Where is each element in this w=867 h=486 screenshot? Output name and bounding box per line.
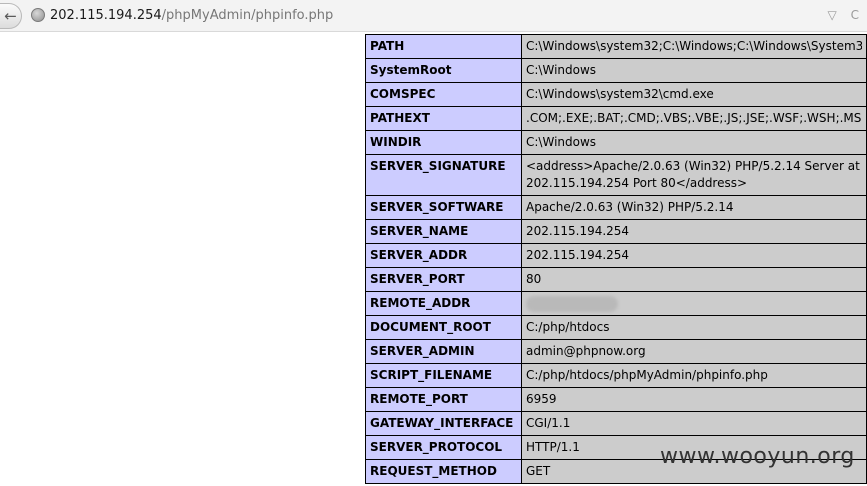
env-row: REMOTE_PORT 6959 <box>365 387 867 412</box>
env-value-cell: C:/php/htdocs/phpMyAdmin/phpinfo.php <box>521 363 867 388</box>
env-row: SERVER_SIGNATURE <address>Apache/2.0.63 (… <box>365 154 867 196</box>
env-key: GATEWAY_INTERFACE <box>365 411 522 436</box>
env-key: SERVER_PORT <box>365 267 522 292</box>
env-value: C:\Windows\system32\cmd.exe <box>526 87 714 101</box>
env-key: REMOTE_ADDR <box>365 291 522 316</box>
env-value: C:\Windows <box>526 63 597 77</box>
env-key: DOCUMENT_ROOT <box>365 315 522 340</box>
env-value-cell <box>521 291 867 316</box>
back-arrow-icon: ← <box>4 7 17 25</box>
env-key: SERVER_SIGNATURE <box>365 154 522 196</box>
env-value: C:\Windows\system32;C:\Windows;C:\Window… <box>526 39 862 53</box>
env-value: 202.115.194.254 <box>526 248 630 262</box>
env-value-cell: C:/php/htdocs <box>521 315 867 340</box>
env-row: DOCUMENT_ROOT C:/php/htdocs <box>365 315 867 340</box>
url-actions: ▽ C <box>818 7 859 24</box>
address-bar: ← 202.115.194.254/phpMyAdmin/phpinfo.php… <box>0 0 867 32</box>
history-dropdown-icon[interactable]: ▽ <box>828 8 837 22</box>
env-value-cell: CGI/1.1 <box>521 411 867 436</box>
env-value: 6959 <box>526 392 557 406</box>
env-value-cell: .COM;.EXE;.BAT;.CMD;.VBS;.VBE;.JS;.JSE;.… <box>521 106 867 131</box>
env-key: SERVER_ADDR <box>365 243 522 268</box>
url-host: 202.115.194.254 <box>50 8 162 23</box>
env-row: SERVER_NAME 202.115.194.254 <box>365 219 867 244</box>
reload-icon[interactable]: C <box>851 8 859 22</box>
env-value-cell: admin@phpnow.org <box>521 339 867 364</box>
env-value: .COM;.EXE;.BAT;.CMD;.VBS;.VBE;.JS;.JSE;.… <box>526 111 862 125</box>
env-key: PATHEXT <box>365 106 522 131</box>
env-row: PATHEXT .COM;.EXE;.BAT;.CMD;.VBS;.VBE;.JS… <box>365 106 867 131</box>
env-row: SCRIPT_FILENAME C:/php/htdocs/phpMyAdmin/… <box>365 363 867 388</box>
env-key: WINDIR <box>365 130 522 155</box>
env-row: SERVER_ADMIN admin@phpnow.org <box>365 339 867 364</box>
url-field[interactable]: 202.115.194.254/phpMyAdmin/phpinfo.php <box>50 7 333 24</box>
env-value-cell: 202.115.194.254 <box>521 243 867 268</box>
site-globe-icon <box>31 8 45 22</box>
env-value-cell: C:\Windows <box>521 130 867 155</box>
env-key: COMSPEC <box>365 82 522 107</box>
env-value-cell: <address>Apache/2.0.63 (Win32) PHP/5.2.1… <box>521 154 867 196</box>
watermark: www.wooyun.org <box>660 444 855 469</box>
env-row: SERVER_ADDR 202.115.194.254 <box>365 243 867 268</box>
env-value-cell: C:\Windows <box>521 58 867 83</box>
redacted-value <box>526 295 618 312</box>
env-value: CGI/1.1 <box>526 416 571 430</box>
env-key: SCRIPT_FILENAME <box>365 363 522 388</box>
env-value: C:/php/htdocs/phpMyAdmin/phpinfo.php <box>526 368 768 382</box>
env-key: PATH <box>365 34 522 59</box>
env-value: C:/php/htdocs <box>526 320 610 334</box>
env-key: SERVER_SOFTWARE <box>365 195 522 220</box>
env-value: admin@phpnow.org <box>526 344 646 358</box>
env-value-cell: C:\Windows\system32;C:\Windows;C:\Window… <box>521 34 867 59</box>
env-value-cell: Apache/2.0.63 (Win32) PHP/5.2.14 <box>521 195 867 220</box>
env-value: <address>Apache/2.0.63 (Win32) PHP/5.2.1… <box>526 159 860 190</box>
env-value: Apache/2.0.63 (Win32) PHP/5.2.14 <box>526 200 734 214</box>
env-row: PATH C:\Windows\system32;C:\Windows;C:\Wi… <box>365 34 867 59</box>
env-value: 202.115.194.254 <box>526 224 630 238</box>
env-row: COMSPEC C:\Windows\system32\cmd.exe <box>365 82 867 107</box>
url-path: /phpMyAdmin/phpinfo.php <box>161 8 334 23</box>
env-key: SERVER_PROTOCOL <box>365 435 522 460</box>
env-key: SERVER_ADMIN <box>365 339 522 364</box>
env-row: GATEWAY_INTERFACE CGI/1.1 <box>365 411 867 436</box>
back-button[interactable]: ← <box>0 3 22 29</box>
env-row: WINDIR C:\Windows <box>365 130 867 155</box>
env-row: SERVER_SOFTWARE Apache/2.0.63 (Win32) PHP… <box>365 195 867 220</box>
env-key: REQUEST_METHOD <box>365 459 522 484</box>
env-value: 80 <box>526 272 542 286</box>
env-row: SystemRoot C:\Windows <box>365 58 867 83</box>
env-value-cell: C:\Windows\system32\cmd.exe <box>521 82 867 107</box>
env-value-cell: 80 <box>521 267 867 292</box>
env-key: SERVER_NAME <box>365 219 522 244</box>
env-value-cell: 202.115.194.254 <box>521 219 867 244</box>
env-value: C:\Windows <box>526 135 597 149</box>
env-row: SERVER_PORT 80 <box>365 267 867 292</box>
env-key: REMOTE_PORT <box>365 387 522 412</box>
env-row: REMOTE_ADDR <box>365 291 867 316</box>
env-value-cell: 6959 <box>521 387 867 412</box>
env-key: SystemRoot <box>365 58 522 83</box>
phpinfo-environment-table: PATH C:\Windows\system32;C:\Windows;C:\Wi… <box>365 34 867 484</box>
